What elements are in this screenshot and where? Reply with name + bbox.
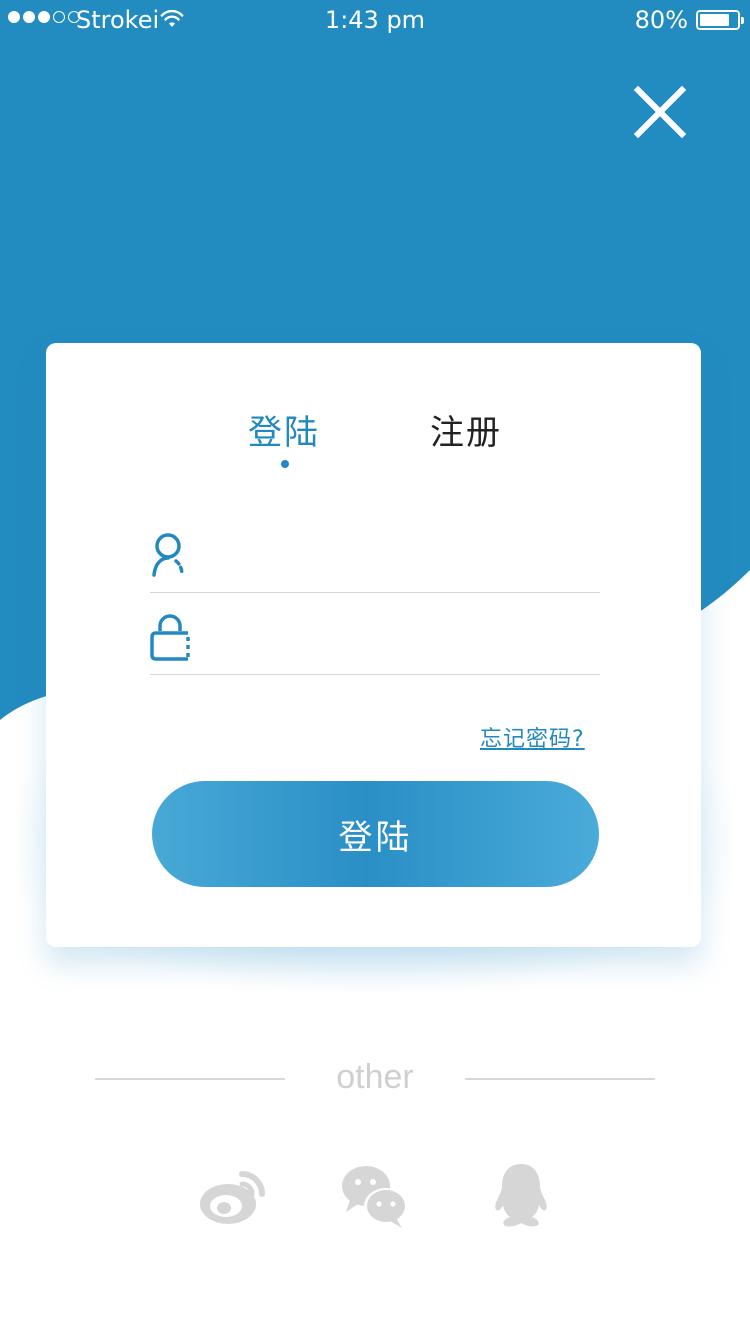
battery-icon [696,10,744,30]
lock-icon [150,614,190,661]
battery-percentage: 80% [634,6,688,34]
divider-left [95,1078,285,1080]
username-input[interactable] [210,529,590,579]
username-field [150,513,600,593]
wechat-icon[interactable] [340,1160,410,1230]
other-label: other [336,1058,414,1096]
tab-login[interactable]: 登陆 [248,405,320,454]
qq-icon[interactable] [486,1160,556,1230]
weibo-icon[interactable] [198,1160,268,1230]
login-button[interactable]: 登陆 [152,781,599,887]
close-icon[interactable] [628,80,692,144]
forgot-password-link[interactable]: 忘记密码? [480,721,585,753]
login-card: 登陆 注册 忘记密码? 登陆 [46,343,701,947]
user-icon [152,533,184,577]
password-field [150,595,600,675]
status-bar: Strokei 1:43 pm 80% [0,0,750,40]
active-tab-indicator [281,460,289,468]
password-input[interactable] [210,611,590,661]
divider-right [465,1078,655,1080]
tab-register[interactable]: 注册 [430,405,502,454]
